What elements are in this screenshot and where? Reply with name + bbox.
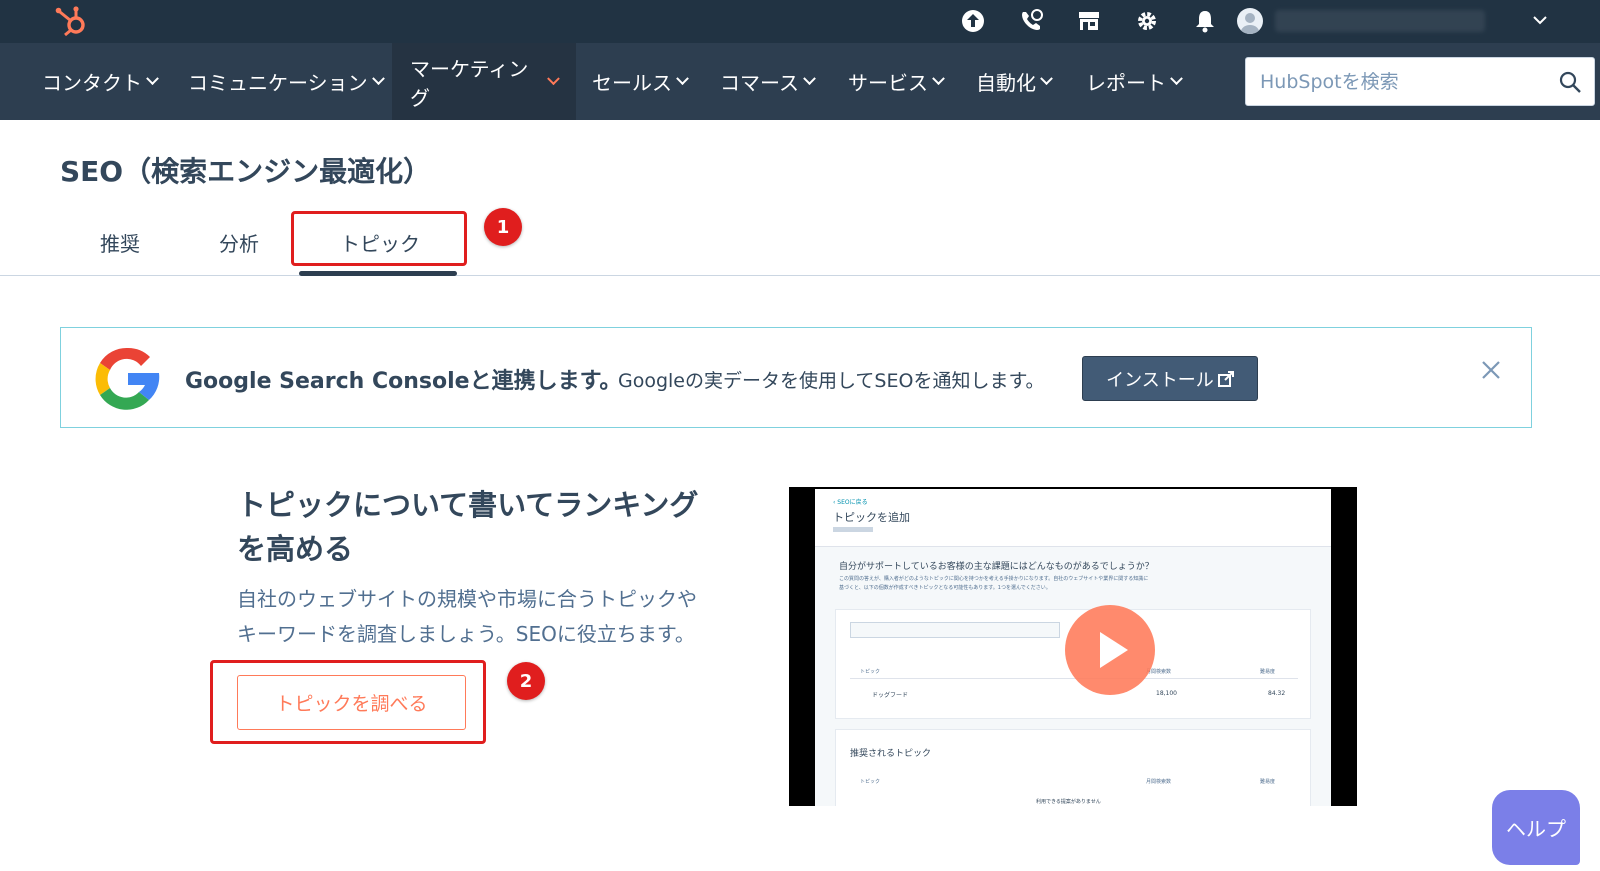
video-question: 自分がサポートしているお客様の主な課題にはどんなものがあるでしょうか？ [839,562,1154,572]
chevron-down-icon [932,72,945,86]
video-empty-text: 利用できる提案がありません [1036,799,1101,805]
promo-heading: トピックについて書いてランキングを高める [237,488,699,566]
settings-icon[interactable] [1134,8,1160,34]
google-logo-icon [95,347,160,410]
highlight-box-research-button [210,660,486,744]
highlight-box-topics-tab [291,211,467,266]
video-frame: ‹ SEOに戻る トピックを追加 自分がサポートしているお客様の主な課題にはどん… [815,489,1331,806]
nav-service[interactable]: サービス [848,43,945,120]
banner-description: Googleの実データを使用してSEOを通知します。 [618,370,1045,392]
video-recommended-title: 推奨されるトピック [850,749,932,759]
marketplace-icon[interactable] [1076,8,1102,34]
video-col-topic: トピック [860,669,881,675]
top-bar [0,0,1600,43]
tab-recommendations[interactable]: 推奨 [100,228,140,257]
video-recommended-card: 推奨されるトピック トピック 月間検索数 難易度 利用できる提案がありません [835,729,1311,806]
notifications-icon[interactable] [1192,8,1218,34]
account-name-blurred[interactable] [1275,10,1485,32]
video-header: ‹ SEOに戻る トピックを追加 [815,489,1331,547]
install-button[interactable]: インストール [1082,356,1258,401]
video-player[interactable]: ‹ SEOに戻る トピックを追加 自分がサポートしているお客様の主な課題にはどん… [789,487,1357,806]
banner-title: Google Search Consoleと連携します。 [185,369,622,394]
chevron-down-icon [803,72,816,86]
external-link-icon [1217,370,1234,387]
annotation-badge-1: 1 [484,208,522,246]
video-col-difficulty: 難易度 [1260,669,1276,675]
calling-icon[interactable] [1018,8,1044,34]
nav-commerce[interactable]: コマース [720,43,816,120]
page-title: SEO（検索エンジン最適化） [60,155,432,188]
video-row-topic: ドッグフード [872,692,909,699]
video-breadcrumb: ‹ SEOに戻る [833,499,868,506]
promo-description: 自社のウェブサイトの規模や市場に合うトピックやキーワードを調査しましょう。SEO… [237,587,697,646]
video-row-difficulty: 84.32 [1268,690,1286,697]
help-button[interactable]: ヘルプ [1492,790,1580,865]
tab-analyze[interactable]: 分析 [219,228,259,257]
nav-sales[interactable]: セールス [592,43,689,120]
chevron-down-icon [676,72,689,86]
video-topic-input [850,622,1060,638]
nav-communications[interactable]: コミュニケーション [188,43,385,120]
nav-marketing[interactable]: マーケティング [392,43,576,120]
avatar[interactable] [1237,8,1263,34]
search-icon[interactable] [1558,70,1582,94]
nav-reports[interactable]: レポート [1086,43,1183,120]
video-rec-col-volume: 月間検索数 [1146,779,1172,785]
chevron-down-icon[interactable] [1532,12,1548,28]
search-console-banner: Google Search Consoleと連携します。 Googleの実データ… [60,327,1532,428]
main-navigation: コンタクト コミュニケーション マーケティング セールス コマース サービス 自… [0,43,1600,120]
chevron-down-icon [1170,72,1183,86]
video-rec-col-difficulty: 難易度 [1260,779,1276,785]
close-icon[interactable] [1479,358,1503,382]
chevron-down-icon [1040,72,1053,86]
global-search[interactable] [1245,57,1595,106]
active-tab-indicator [299,271,457,276]
install-label: インストール [1106,369,1214,391]
hubspot-logo[interactable] [52,4,88,38]
video-title: トピックを追加 [833,511,910,524]
video-hint-1: この質問の答えが、購入者がどのようなトピックに関心を持つかを考える手掛かりになり… [839,576,1149,582]
play-icon[interactable] [1065,605,1155,695]
annotation-badge-2: 2 [507,662,545,700]
video-rec-col-topic: トピック [860,779,881,785]
chevron-down-icon [371,72,385,86]
video-hint-2: 基づくと、以下の個数が作成すべきトピックとなる可能性もあります。1つを選んでくだ… [839,585,1051,591]
upgrade-icon[interactable] [960,8,986,34]
search-input[interactable] [1260,58,1540,105]
chevron-down-icon [547,72,560,85]
video-language-selector [833,527,873,532]
tab-bar: 推奨 分析 トピック [0,206,1600,276]
chevron-down-icon [146,72,159,86]
nav-automation[interactable]: 自動化 [976,43,1053,120]
nav-contacts[interactable]: コンタクト [42,43,159,120]
video-row-volume: 18,100 [1156,690,1177,697]
